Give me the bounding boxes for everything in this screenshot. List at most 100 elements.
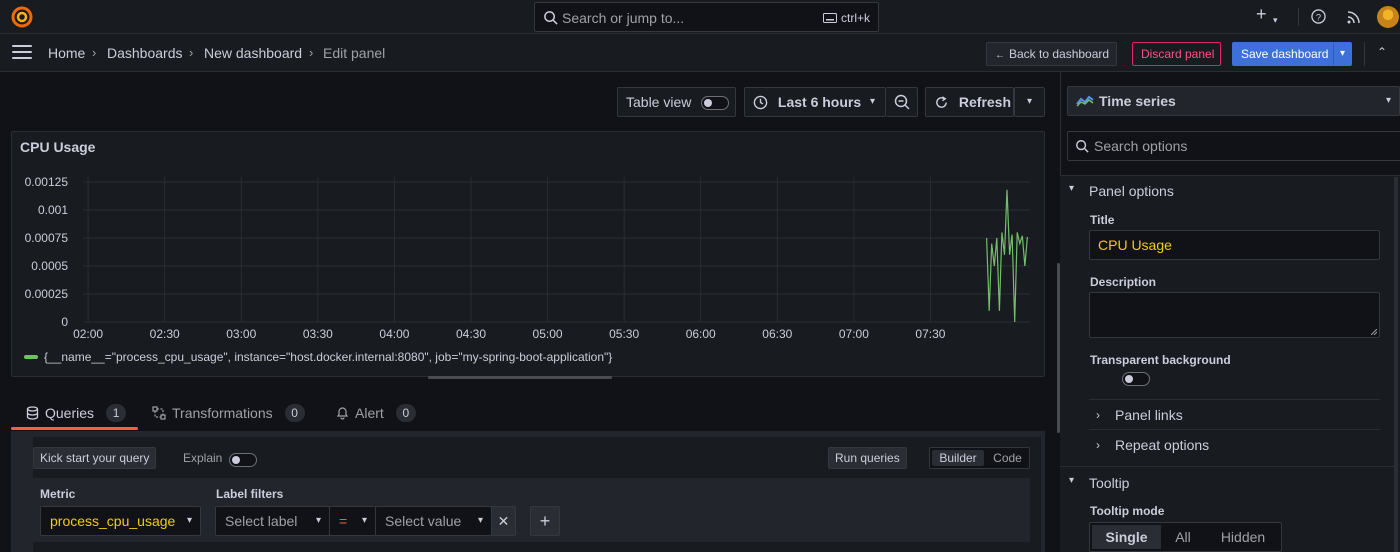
panel-links-header[interactable]: Panel links <box>1115 407 1183 423</box>
chevron-down-icon: ▾ <box>1385 95 1391 106</box>
repeat-options-header[interactable]: Repeat options <box>1115 437 1209 453</box>
remove-filter-button[interactable]: ✕ <box>491 506 516 536</box>
alert-count: 0 <box>395 404 416 422</box>
top-bar: Search or jump to... ctrl+k + ▾ ? <box>0 0 1400 34</box>
legend-label: {__name__="process_cpu_usage", instance=… <box>44 350 613 364</box>
visualization-picker[interactable]: Time series ▾ <box>1067 86 1400 116</box>
y-tick-label: 0.00125 <box>25 175 69 189</box>
x-tick-label: 05:00 <box>533 327 563 341</box>
tooltip-mode-single[interactable]: Single <box>1092 525 1161 549</box>
refresh-interval-dropdown[interactable]: ▾ <box>1014 87 1045 117</box>
bell-icon <box>336 407 349 420</box>
chart-legend[interactable]: {__name__="process_cpu_usage", instance=… <box>24 350 612 364</box>
chevron-up-icon[interactable]: ⌃ <box>1377 45 1387 59</box>
x-tick-label: 03:30 <box>303 327 333 341</box>
tooltip-mode-radio-group: Single All Hidden <box>1089 522 1282 552</box>
resize-handle[interactable] <box>428 376 612 379</box>
metric-select[interactable]: process_cpu_usage ▾ <box>40 506 201 536</box>
database-icon <box>26 406 39 420</box>
grafana-logo-icon[interactable] <box>10 5 34 29</box>
y-tick-label: 0.001 <box>38 203 68 217</box>
transparent-background-switch[interactable] <box>1121 371 1150 386</box>
select-value-dropdown[interactable]: Select value ▾ <box>375 506 492 536</box>
x-tick-label: 07:00 <box>839 327 869 341</box>
breadcrumb-edit-panel: Edit panel <box>323 45 386 61</box>
x-tick-label: 05:30 <box>609 327 639 341</box>
add-icon[interactable]: + <box>1256 5 1267 23</box>
x-tick-label: 03:00 <box>226 327 256 341</box>
zoom-out-icon <box>894 94 910 110</box>
discard-panel-button[interactable]: Discard panel <box>1132 42 1221 66</box>
zoom-out-button[interactable] <box>886 87 918 117</box>
tab-queries[interactable]: Queries 1 <box>26 404 127 422</box>
chevron-right-icon[interactable]: › <box>1096 438 1100 452</box>
add-icon: + <box>539 511 551 531</box>
breadcrumb-new-dashboard[interactable]: New dashboard <box>204 45 302 61</box>
chevron-down-icon[interactable]: ▾ <box>1333 43 1351 65</box>
chevron-down-icon[interactable]: ▾ <box>1069 183 1074 194</box>
back-to-dashboard-button[interactable]: ← Back to dashboard <box>986 42 1117 66</box>
builder-mode-button[interactable]: Builder <box>932 450 984 466</box>
label-filters-label: Label filters <box>216 487 284 501</box>
x-tick-label: 06:00 <box>686 327 716 341</box>
x-tick-label: 07:30 <box>915 327 945 341</box>
panel-preview: CPU Usage 0 0.00025 0.0005 0.00075 0.001 0.00… <box>11 131 1045 377</box>
explain-switch[interactable] <box>229 452 257 467</box>
y-tick-label: 0.00025 <box>25 287 69 301</box>
table-view-switch[interactable] <box>701 96 730 111</box>
panel-options-header[interactable]: Panel options <box>1089 183 1174 199</box>
chevron-down-icon: ▾ <box>869 96 875 107</box>
search-bar[interactable]: Search or jump to... ctrl+k <box>534 2 879 32</box>
menu-icon[interactable] <box>12 45 32 60</box>
chevron-right-icon[interactable]: › <box>1096 408 1100 422</box>
description-textarea[interactable] <box>1089 292 1380 338</box>
transform-icon <box>152 406 166 420</box>
arrow-left-icon: ← <box>995 50 1005 61</box>
add-filter-button[interactable]: + <box>530 506 560 536</box>
title-input[interactable]: CPU Usage <box>1089 230 1380 260</box>
refresh-button[interactable]: Refresh <box>925 87 1014 117</box>
tab-transformations[interactable]: Transformations 0 <box>152 404 305 422</box>
breadcrumb-home[interactable]: Home <box>48 45 85 61</box>
keyboard-icon <box>822 13 837 23</box>
chevron-down-icon[interactable]: ▾ <box>1273 12 1278 28</box>
code-mode-button[interactable]: Code <box>986 450 1029 466</box>
breadcrumb-dashboards[interactable]: Dashboards <box>107 45 183 61</box>
time-range-picker[interactable]: Last 6 hours ▾ <box>744 87 886 117</box>
y-tick-label: 0 <box>61 315 68 329</box>
explain-label: Explain <box>183 451 223 465</box>
kick-start-query-button[interactable]: Kick start your query <box>33 447 157 469</box>
chevron-down-icon: ▾ <box>477 515 483 526</box>
operator-select[interactable]: = ▾ <box>329 506 376 536</box>
x-tick-label: 02:00 <box>73 327 103 341</box>
search-icon <box>544 11 558 25</box>
news-feed-icon[interactable] <box>1347 10 1361 24</box>
title-label: Title <box>1090 213 1115 227</box>
active-tab-indicator <box>11 427 138 430</box>
resize-handle-icon <box>1371 329 1377 335</box>
divider <box>1364 42 1365 66</box>
search-shortcut: ctrl+k <box>822 11 870 25</box>
divider <box>1089 399 1380 400</box>
chevron-right-icon: › <box>92 45 97 60</box>
search-options-input[interactable]: Search options <box>1067 131 1400 161</box>
save-dashboard-button[interactable]: Save dashboard ▾ <box>1232 42 1352 66</box>
run-queries-button[interactable]: Run queries <box>828 447 907 469</box>
chevron-down-icon[interactable]: ▾ <box>1069 475 1074 486</box>
chevron-down-icon: ▾ <box>186 515 192 526</box>
tooltip-header[interactable]: Tooltip <box>1089 475 1129 491</box>
x-tick-label: 06:30 <box>762 327 792 341</box>
y-tick-label: 0.0005 <box>31 259 68 273</box>
scrollbar[interactable] <box>1394 177 1398 552</box>
user-avatar[interactable] <box>1377 6 1399 28</box>
metric-label: Metric <box>40 487 76 501</box>
x-tick-label: 02:30 <box>150 327 180 341</box>
tooltip-mode-hidden[interactable]: Hidden <box>1205 525 1281 549</box>
divider <box>1298 8 1299 26</box>
tab-alert[interactable]: Alert 0 <box>336 404 416 422</box>
select-label-dropdown[interactable]: Select label ▾ <box>215 506 330 536</box>
help-icon[interactable]: ? <box>1311 9 1326 24</box>
tooltip-mode-all[interactable]: All <box>1163 525 1203 549</box>
table-view-toggle[interactable]: Table view <box>617 87 736 117</box>
legend-swatch <box>24 355 38 359</box>
